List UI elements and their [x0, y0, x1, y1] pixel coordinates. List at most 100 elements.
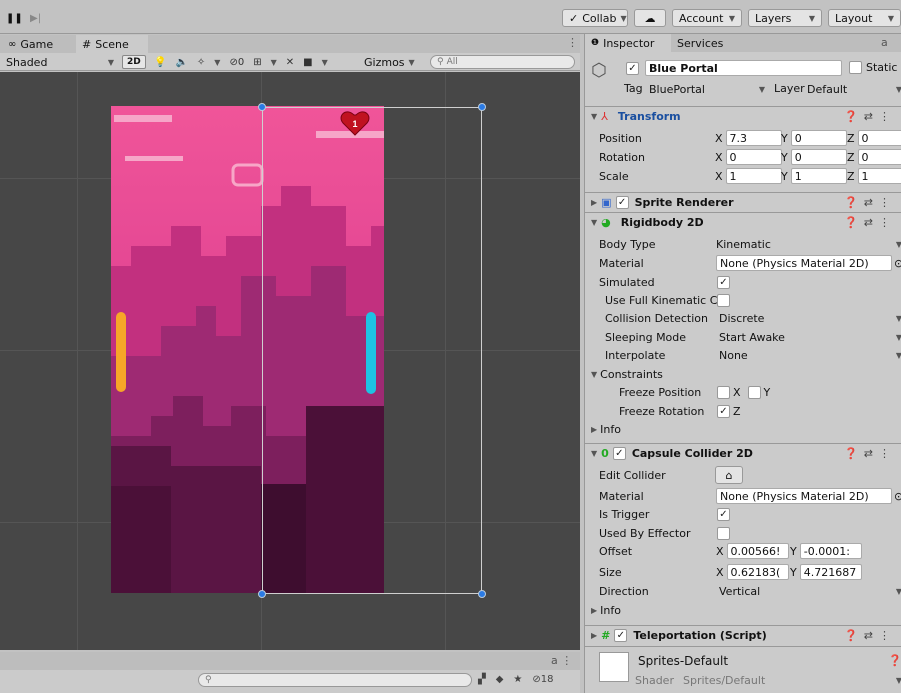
simulated-checkbox[interactable]: ✓ [717, 275, 730, 289]
component-menu-icons[interactable]: ❓⇄⋮ [844, 629, 896, 642]
component-menu-icons[interactable]: ❓⇄⋮ [844, 110, 896, 123]
chevron-down-icon: ▼ [896, 240, 901, 249]
collision-dropdown[interactable]: Discrete▼ [719, 310, 901, 326]
sprite-renderer-enabled-checkbox[interactable]: ✓ [615, 196, 629, 209]
handle-br[interactable] [478, 590, 486, 598]
lighting-icon[interactable]: 💡 [154, 57, 166, 68]
position-y-field[interactable]: 0 [790, 130, 847, 146]
object-name-field[interactable]: Blue Portal [645, 60, 842, 76]
position-z-field[interactable]: 0 [857, 130, 901, 146]
scale-x-field[interactable]: 1 [725, 168, 782, 184]
offset-y-field[interactable]: -0.0001: [799, 543, 862, 559]
tag-dropdown[interactable]: BluePortal ▼ [649, 81, 765, 97]
camera-icon[interactable]: ■ [303, 57, 312, 68]
size-x-field[interactable]: 0.62183( [726, 564, 789, 580]
scale-y-field[interactable]: 1 [790, 168, 847, 184]
static-toggle[interactable]: Static [849, 61, 897, 74]
cloud-button[interactable]: ☁ [634, 9, 666, 27]
scene-search-input[interactable]: ⚲ All [430, 55, 575, 69]
scene-viewport[interactable]: 1 [0, 72, 580, 650]
expand-arrow-icon: ▼ [591, 112, 598, 121]
interpolate-dropdown[interactable]: None▼ [719, 347, 901, 363]
shading-dropdown[interactable]: Shaded ▼ [0, 53, 118, 71]
lock-icon[interactable]: a [881, 36, 888, 49]
tab-scene[interactable]: # Scene [76, 35, 148, 53]
freeze-pos-y-checkbox[interactable] [747, 385, 761, 399]
material-row: Material None (Physics Material 2D)⊙ [585, 254, 901, 272]
constraints-foldout[interactable]: ▼ Constraints [585, 365, 901, 383]
direction-dropdown[interactable]: Vertical▼ [719, 583, 901, 599]
sleeping-dropdown[interactable]: Start Awake▼ [719, 329, 901, 345]
project-search-input[interactable]: ⚲ [198, 673, 472, 687]
lock-icon[interactable]: a ⋮ [551, 654, 572, 667]
layout-dropdown[interactable]: Layout ▼ [828, 9, 901, 27]
capsule-collider-header[interactable]: ▼ 0 ✓ Capsule Collider 2D ❓⇄⋮ [585, 443, 901, 463]
rigidbody-material-field[interactable]: None (Physics Material 2D) [716, 255, 892, 271]
is-trigger-checkbox[interactable]: ✓ [717, 507, 730, 521]
tag-label: Tag [624, 82, 643, 95]
component-menu-icons[interactable]: ❓⇄⋮ [844, 196, 896, 209]
transform-header[interactable]: ▼ ⅄ Transform ❓⇄⋮ [585, 106, 901, 126]
body-type-dropdown[interactable]: Kinematic▼ [716, 236, 901, 252]
filter-type-icon[interactable]: ▞ [478, 674, 486, 685]
tab-menu-icon[interactable]: ⋮ [567, 36, 578, 49]
capsule-info-foldout[interactable]: ▶ Info [585, 601, 901, 619]
static-checkbox[interactable] [849, 61, 862, 74]
offset-x-field[interactable]: 0.00566! [726, 543, 789, 559]
effects-icon[interactable]: ✧ [197, 57, 205, 68]
chevron-down-icon: ▼ [408, 57, 415, 67]
chevron-down-icon[interactable]: ▼ [271, 58, 277, 67]
edit-collider-button[interactable]: ⌂ [715, 466, 743, 484]
active-checkbox[interactable]: ✓ [626, 62, 639, 75]
audio-icon[interactable]: 🔈 [175, 57, 187, 68]
component-menu-icons[interactable]: ❓⇄⋮ [844, 216, 896, 229]
tab-services[interactable]: Services [677, 34, 723, 52]
rotation-z-field[interactable]: 0 [857, 149, 901, 165]
object-picker-icon[interactable]: ⊙ [894, 257, 901, 270]
shader-dropdown[interactable]: Sprites/Default▼ [683, 672, 901, 688]
label-icon[interactable]: ◆ [496, 674, 504, 685]
handle-tl[interactable] [258, 103, 266, 111]
hidden-packages-icon[interactable]: ⊘18 [532, 674, 553, 685]
sprite-renderer-header[interactable]: ▶ ▣ ✓ Sprite Renderer ❓⇄⋮ [585, 192, 901, 212]
chevron-down-icon[interactable]: ▼ [214, 58, 220, 67]
scale-z-field[interactable]: 1 [857, 168, 901, 184]
grid-snap-icon[interactable]: ⊞ [253, 57, 261, 68]
rotation-x-field[interactable]: 0 [725, 149, 782, 165]
bottom-icons: ▞ ◆ ★ ⊘18 [478, 670, 554, 688]
rotation-y-field[interactable]: 0 [790, 149, 847, 165]
tab-game[interactable]: ∞ Game [0, 35, 76, 53]
chevron-down-icon[interactable]: ▼ [322, 58, 328, 67]
component-menu-icons[interactable]: ❓⇄⋮ [844, 447, 896, 460]
tools-icon[interactable]: ✕ [286, 57, 294, 68]
account-button[interactable]: Account ▼ [672, 9, 742, 27]
step-button[interactable]: ▶| [30, 9, 52, 27]
teleportation-script-header[interactable]: ▶ # ✓ Teleportation (Script) ❓⇄⋮ [585, 625, 901, 645]
2d-toggle[interactable]: 2D [122, 55, 146, 69]
rigidbody-header[interactable]: ▼ ◕ Rigidbody 2D ❓⇄⋮ [585, 212, 901, 232]
hidden-objects-icon[interactable]: ⊘0 [229, 57, 244, 68]
capsule-enabled-checkbox[interactable]: ✓ [612, 447, 626, 460]
handle-tr[interactable] [478, 103, 486, 111]
capsule-material-field[interactable]: None (Physics Material 2D) [716, 488, 892, 504]
freeze-rot-z-checkbox[interactable]: ✓ [717, 404, 730, 418]
collab-button[interactable]: ✓ Collab ▼ [562, 9, 628, 27]
sleeping-row: Sleeping Mode Start Awake▼ [585, 328, 901, 346]
star-icon[interactable]: ★ [513, 674, 522, 685]
size-y-field[interactable]: 4.721687 [799, 564, 862, 580]
object-picker-icon[interactable]: ⊙ [894, 490, 901, 503]
position-x-field[interactable]: 7.3 [725, 130, 782, 146]
handle-bl[interactable] [258, 590, 266, 598]
tab-inspector[interactable]: ❶ Inspector [585, 34, 671, 52]
freeze-pos-x-checkbox[interactable] [717, 385, 730, 399]
material-help-icon[interactable]: ❓ [888, 654, 901, 667]
gizmos-dropdown[interactable]: Gizmos ▼ [364, 53, 415, 71]
used-by-effector-checkbox[interactable] [717, 526, 730, 540]
layer-dropdown[interactable]: Default▼ [807, 81, 901, 97]
teleportation-enabled-checkbox[interactable]: ✓ [614, 629, 628, 642]
full-kinematic-checkbox[interactable] [717, 293, 730, 307]
layers-dropdown[interactable]: Layers ▼ [748, 9, 822, 27]
rigidbody-info-foldout[interactable]: ▶ Info [585, 420, 901, 438]
offset-row: Offset X 0.00566! Y -0.0001: [585, 542, 901, 560]
pause-button[interactable]: ❚❚ [6, 9, 28, 27]
